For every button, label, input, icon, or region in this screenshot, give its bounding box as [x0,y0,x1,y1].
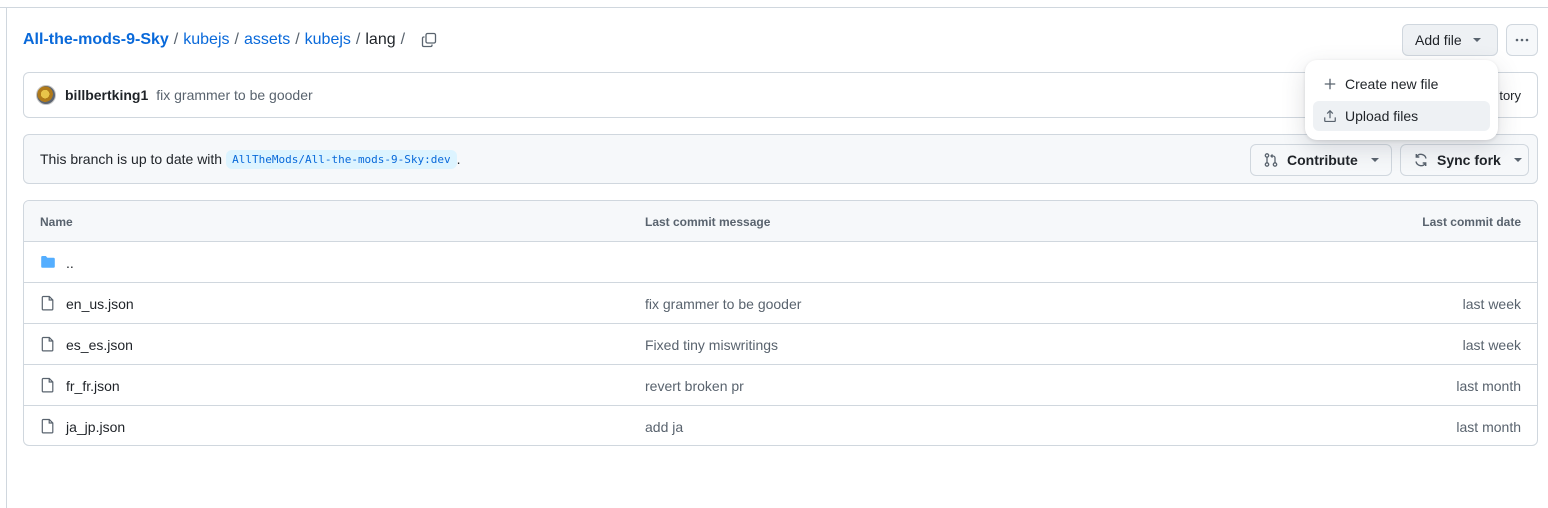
column-header-message: Last commit message [645,215,771,229]
file-name-link[interactable]: fr_fr.json [66,378,120,394]
history-link[interactable]: tory [1499,88,1521,103]
breadcrumb: All-the-mods-9-Sky / kubejs / assets / k… [23,29,438,51]
file-name-link[interactable]: es_es.json [66,337,133,353]
table-row[interactable]: es_es.json Fixed tiny miswritings last w… [24,324,1537,365]
file-commit-message[interactable]: revert broken pr [645,378,744,394]
breadcrumb-separator: / [295,31,300,48]
parent-directory-link[interactable]: .. [66,255,74,271]
add-file-label: Add file [1415,32,1462,48]
breadcrumb-separator: / [400,31,406,48]
git-pull-request-icon [1264,153,1278,167]
commit-author-link[interactable]: billbertking1 [65,87,148,103]
file-name-link[interactable]: ja_jp.json [66,419,125,435]
breadcrumb-separator: / [355,31,361,48]
more-options-button[interactable] [1506,24,1538,56]
table-row[interactable]: fr_fr.json revert broken pr last month [24,365,1537,406]
column-header-name: Name [40,215,73,229]
top-border [0,7,1548,8]
sync-icon [1415,153,1427,167]
upstream-branch-ref[interactable]: AllTheMods/All-the-mods-9-Sky:dev [226,149,457,169]
kebab-horizontal-icon [1515,38,1529,42]
column-header-date: Last commit date [1422,215,1521,229]
create-new-file-label: Create new file [1345,76,1439,92]
contribute-label: Contribute [1287,152,1358,168]
sync-fork-label: Sync fork [1437,152,1501,168]
upload-icon [1324,109,1336,123]
file-name-link[interactable]: en_us.json [66,296,134,312]
table-header: Name Last commit message Last commit dat… [24,201,1537,242]
folder-icon [41,256,55,268]
file-table: Name Last commit message Last commit dat… [23,200,1538,446]
breadcrumb-repo-link[interactable]: All-the-mods-9-Sky [23,31,169,49]
file-commit-message[interactable]: add ja [645,419,683,435]
branch-status-period: . [456,151,461,167]
plus-icon [1324,78,1336,90]
file-commit-message[interactable]: Fixed tiny miswritings [645,337,778,353]
breadcrumb-separator: / [173,31,179,48]
avatar[interactable] [36,85,56,105]
file-icon [41,418,54,434]
file-commit-date: last week [1462,337,1521,353]
sync-fork-button[interactable]: Sync fork [1400,144,1529,176]
add-file-dropdown: Create new file Upload files [1305,60,1498,140]
chevron-down-icon [1370,158,1379,162]
breadcrumb-separator: / [234,31,239,48]
add-file-button[interactable]: Add file [1402,24,1498,56]
upload-files-item[interactable]: Upload files [1313,101,1490,131]
breadcrumb-current: lang [365,31,396,48]
contribute-button[interactable]: Contribute [1250,144,1392,176]
breadcrumb-link-assets[interactable]: assets [244,31,290,49]
left-border [6,8,7,508]
chevron-down-icon [1513,158,1522,162]
file-commit-date: last month [1456,419,1521,435]
file-commit-date: last week [1462,296,1521,312]
breadcrumb-link-kubejs[interactable]: kubejs [183,31,229,49]
table-row-parent[interactable]: .. [24,242,1537,283]
branch-status-text: This branch is up to date with [40,151,223,167]
upload-files-label: Upload files [1345,108,1419,124]
file-icon [41,295,54,311]
breadcrumb-link-kubejs-sub[interactable]: kubejs [305,31,351,49]
file-commit-date: last month [1456,378,1521,394]
create-new-file-item[interactable]: Create new file [1313,69,1490,99]
commit-message-link[interactable]: fix grammer to be gooder [156,87,312,103]
file-icon [41,377,54,393]
table-row[interactable]: ja_jp.json add ja last month [24,406,1537,445]
chevron-down-icon [1472,38,1481,42]
file-commit-message[interactable]: fix grammer to be gooder [645,296,801,312]
copy-path-icon[interactable] [420,31,438,49]
file-icon [41,336,54,352]
table-row[interactable]: en_us.json fix grammer to be gooder last… [24,283,1537,324]
